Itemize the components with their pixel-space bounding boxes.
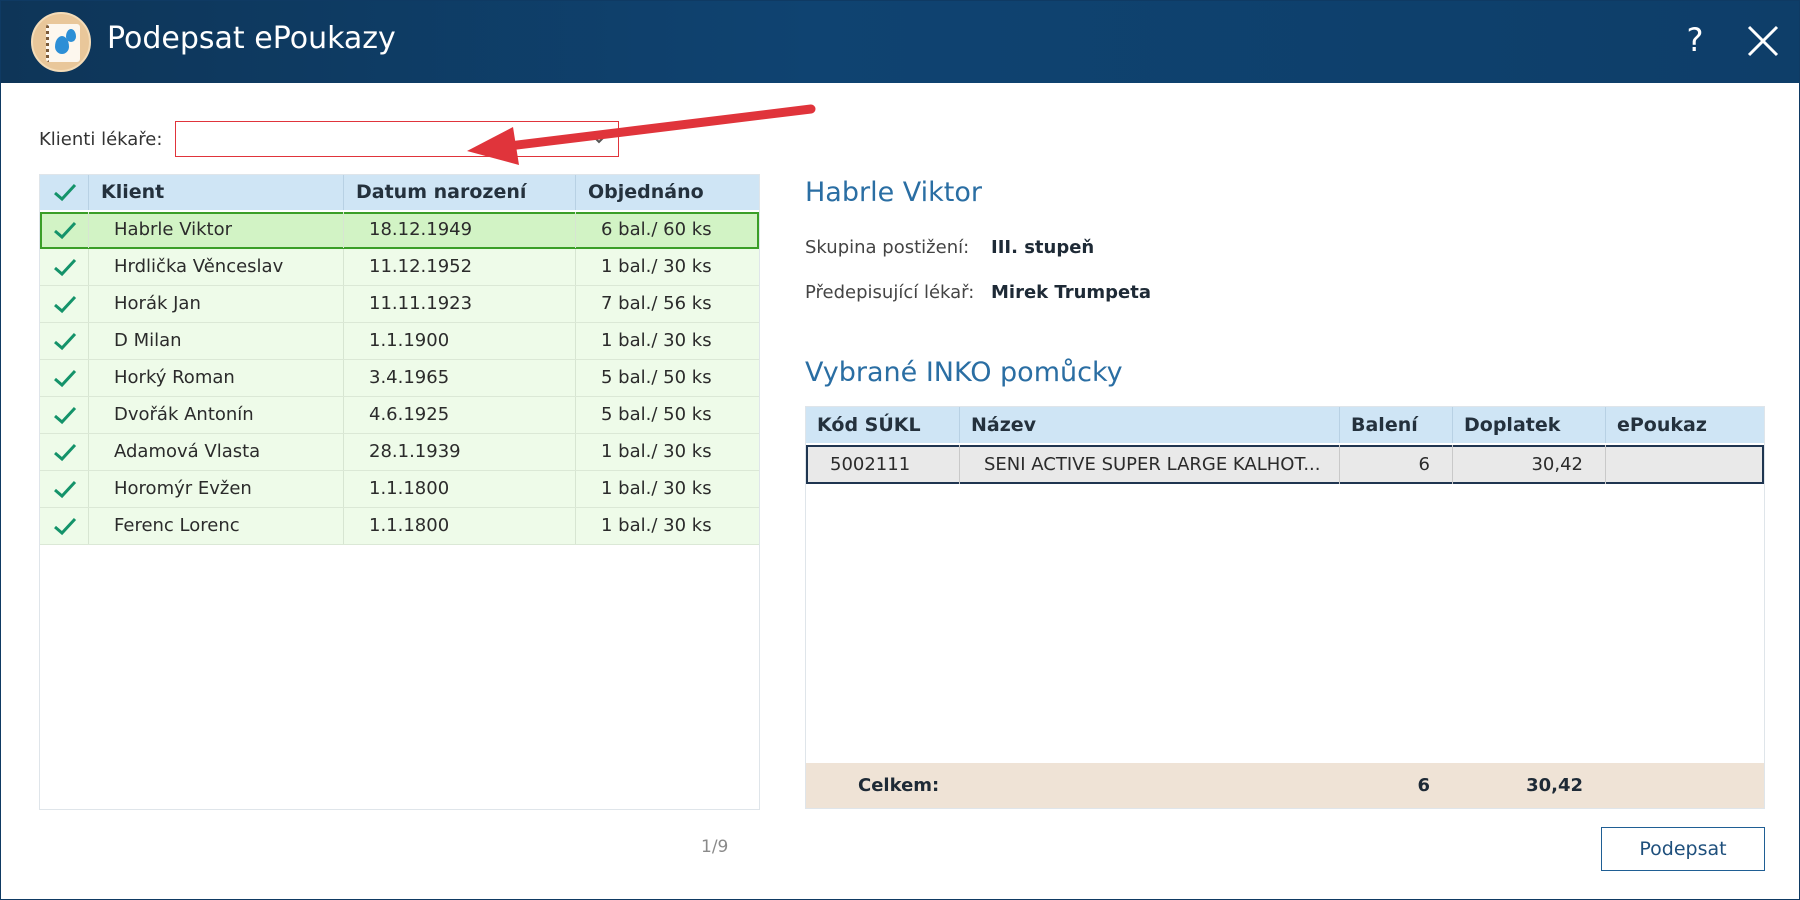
aid-packages: 6 — [1339, 445, 1452, 484]
client-ordered: 1 bal./ 30 ks — [575, 434, 759, 470]
column-header-code[interactable]: Kód SÚKL — [806, 407, 959, 443]
column-header-birth-date[interactable]: Datum narození — [343, 175, 575, 210]
detail-client-name: Habrle Viktor — [805, 177, 983, 208]
check-icon — [54, 406, 77, 425]
client-name: Horomýr Evžen — [88, 471, 343, 507]
pager-indicator: 1/9 — [701, 837, 729, 857]
disability-group-label: Skupina postižení: — [805, 237, 970, 258]
aids-table: Kód SÚKL Název Balení Doplatek ePoukaz 5… — [805, 406, 1765, 809]
table-row[interactable]: Hrdlička Věnceslav 11.12.1952 1 bal./ 30… — [40, 249, 759, 286]
client-name: Habrle Viktor — [88, 212, 343, 248]
client-ordered: 1 bal./ 30 ks — [575, 471, 759, 507]
total-packages: 6 — [1417, 775, 1430, 796]
check-icon — [54, 332, 77, 351]
clients-table: Klient Datum narození Objednáno Habrle V… — [39, 174, 760, 810]
check-icon — [54, 517, 77, 536]
column-header-surcharge[interactable]: Doplatek — [1452, 407, 1605, 443]
column-header-client[interactable]: Klient — [88, 175, 343, 210]
doctor-clients-label: Klienti lékaře: — [39, 129, 163, 150]
prescribing-doctor-label: Předepisující lékař: — [805, 282, 975, 303]
table-row[interactable]: Horák Jan 11.11.1923 7 bal./ 56 ks — [40, 286, 759, 323]
client-name: D Milan — [88, 323, 343, 359]
check-icon — [54, 221, 77, 240]
client-birth-date: 1.1.1900 — [343, 323, 575, 359]
table-row[interactable]: D Milan 1.1.1900 1 bal./ 30 ks — [40, 323, 759, 360]
table-row[interactable]: Adamová Vlasta 28.1.1939 1 bal./ 30 ks — [40, 434, 759, 471]
client-birth-date: 18.12.1949 — [343, 212, 575, 248]
aid-code: 5002111 — [830, 454, 911, 475]
app-logo-icon — [31, 12, 91, 72]
check-icon — [54, 258, 77, 277]
help-button[interactable]: ? — [1678, 18, 1712, 62]
client-ordered: 1 bal./ 30 ks — [575, 323, 759, 359]
client-ordered: 7 bal./ 56 ks — [575, 286, 759, 322]
total-surcharge: 30,42 — [1526, 775, 1583, 796]
client-name: Dvořák Antonín — [88, 397, 343, 433]
client-ordered: 5 bal./ 50 ks — [575, 397, 759, 433]
client-name: Adamová Vlasta — [88, 434, 343, 470]
client-birth-date: 1.1.1800 — [343, 471, 575, 507]
sign-epoukazy-dialog: Podepsat ePoukazy ? Klienti lékaře: Klie… — [0, 0, 1800, 900]
sign-button[interactable]: Podepsat — [1601, 827, 1765, 871]
client-name: Hrdlička Věnceslav — [88, 249, 343, 285]
client-birth-date: 11.11.1923 — [343, 286, 575, 322]
client-ordered: 1 bal./ 30 ks — [575, 508, 759, 544]
aid-epoukaz — [1605, 445, 1764, 484]
client-birth-date: 4.6.1925 — [343, 397, 575, 433]
title-bar: Podepsat ePoukazy ? — [1, 1, 1799, 83]
aids-table-footer: Celkem: 6 30,42 — [806, 763, 1764, 808]
select-all-checkbox[interactable] — [40, 175, 88, 210]
client-birth-date: 3.4.1965 — [343, 360, 575, 396]
aids-table-header: Kód SÚKL Název Balení Doplatek ePoukaz — [806, 407, 1764, 443]
clients-table-header: Klient Datum narození Objednáno — [40, 175, 759, 210]
selected-aids-title: Vybrané INKO pomůcky — [805, 357, 1123, 388]
prescribing-doctor-value: Mirek Trumpeta — [991, 282, 1151, 303]
column-header-packages[interactable]: Balení — [1339, 407, 1452, 443]
client-ordered: 6 bal./ 60 ks — [575, 212, 759, 248]
table-row[interactable]: Horký Roman 3.4.1965 5 bal./ 50 ks — [40, 360, 759, 397]
client-birth-date: 28.1.1939 — [343, 434, 575, 470]
client-name: Ferenc Lorenc — [88, 508, 343, 544]
disability-group-value: III. stupeň — [991, 237, 1095, 258]
column-header-name[interactable]: Název — [959, 407, 1339, 443]
total-label: Celkem: — [858, 775, 940, 796]
check-icon — [54, 443, 77, 462]
client-name: Horký Roman — [88, 360, 343, 396]
table-row[interactable]: Ferenc Lorenc 1.1.1800 1 bal./ 30 ks — [40, 508, 759, 545]
check-icon — [54, 369, 77, 388]
client-name: Horák Jan — [88, 286, 343, 322]
column-header-epoukaz[interactable]: ePoukaz — [1605, 407, 1764, 443]
close-button[interactable] — [1743, 21, 1783, 61]
column-header-ordered[interactable]: Objednáno — [575, 175, 759, 210]
aid-name: SENI ACTIVE SUPER LARGE KALHOT... — [959, 445, 1339, 484]
window-title: Podepsat ePoukazy — [107, 21, 396, 56]
table-row[interactable]: Dvořák Antonín 4.6.1925 5 bal./ 50 ks — [40, 397, 759, 434]
check-icon — [54, 480, 77, 499]
check-icon — [54, 183, 77, 202]
check-icon — [54, 295, 77, 314]
client-birth-date: 11.12.1952 — [343, 249, 575, 285]
close-icon — [1747, 25, 1779, 57]
table-row[interactable]: 5002111 SENI ACTIVE SUPER LARGE KALHOT..… — [806, 445, 1764, 484]
client-ordered: 1 bal./ 30 ks — [575, 249, 759, 285]
annotation-arrow-icon — [467, 104, 816, 165]
table-row[interactable]: Habrle Viktor 18.12.1949 6 bal./ 60 ks — [40, 212, 759, 249]
client-ordered: 5 bal./ 50 ks — [575, 360, 759, 396]
client-birth-date: 1.1.1800 — [343, 508, 575, 544]
table-row[interactable]: Horomýr Evžen 1.1.1800 1 bal./ 30 ks — [40, 471, 759, 508]
aid-surcharge: 30,42 — [1452, 445, 1605, 484]
